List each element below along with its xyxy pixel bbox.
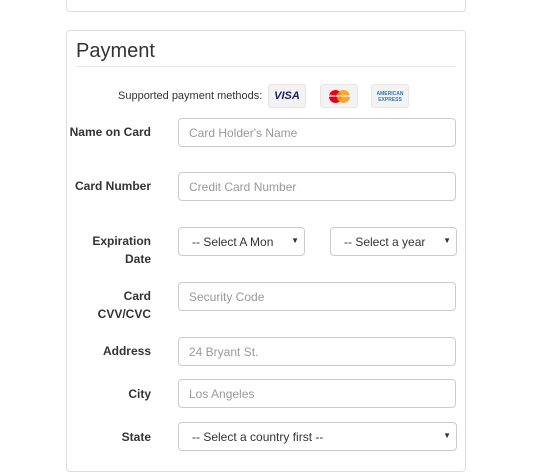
security-code-input[interactable]: [178, 282, 456, 311]
state-select-value: -- Select a country first --: [192, 430, 324, 444]
expiration-date-label: Expiration Date: [92, 234, 151, 266]
card-holder-name-input[interactable]: [178, 118, 456, 147]
supported-methods-label: Supported payment methods:: [118, 90, 263, 102]
payment-panel: Payment Supported payment methods: VISA …: [66, 30, 466, 472]
state-label: State: [121, 430, 151, 444]
card-cvv-label: Card CVV/CVC: [97, 289, 151, 321]
chevron-down-icon: ▼: [291, 236, 299, 245]
expiration-month-select[interactable]: -- Select A Mon ▼: [178, 227, 305, 256]
title-divider: [76, 66, 456, 67]
city-input[interactable]: [178, 379, 456, 408]
address-input[interactable]: [178, 337, 456, 366]
visa-card-icon: VISA: [268, 84, 306, 108]
mastercard-logo-text: MasterCard: [327, 93, 350, 98]
panel-title: Payment: [76, 40, 155, 62]
expiration-year-select[interactable]: -- Select a year ▼: [330, 227, 457, 256]
card-number-input[interactable]: [178, 172, 456, 201]
address-label: Address: [102, 344, 151, 358]
previous-panel: [66, 0, 466, 12]
chevron-down-icon: ▼: [443, 236, 451, 245]
mastercard-card-icon: MasterCard: [320, 84, 358, 108]
amex-logo-text: AMERICAN EXPRESS: [376, 91, 404, 103]
year-select-value: -- Select a year: [344, 235, 426, 249]
month-select-value: -- Select A Mon: [192, 235, 274, 249]
card-number-label: Card Number: [74, 179, 151, 193]
amex-card-icon: AMERICAN EXPRESS: [371, 84, 409, 108]
visa-logo-text: VISA: [274, 90, 300, 102]
name-on-card-label: Name on Card: [69, 125, 151, 139]
chevron-down-icon: ▼: [443, 431, 451, 440]
city-label: City: [128, 387, 151, 401]
state-select[interactable]: -- Select a country first -- ▼: [178, 422, 457, 451]
